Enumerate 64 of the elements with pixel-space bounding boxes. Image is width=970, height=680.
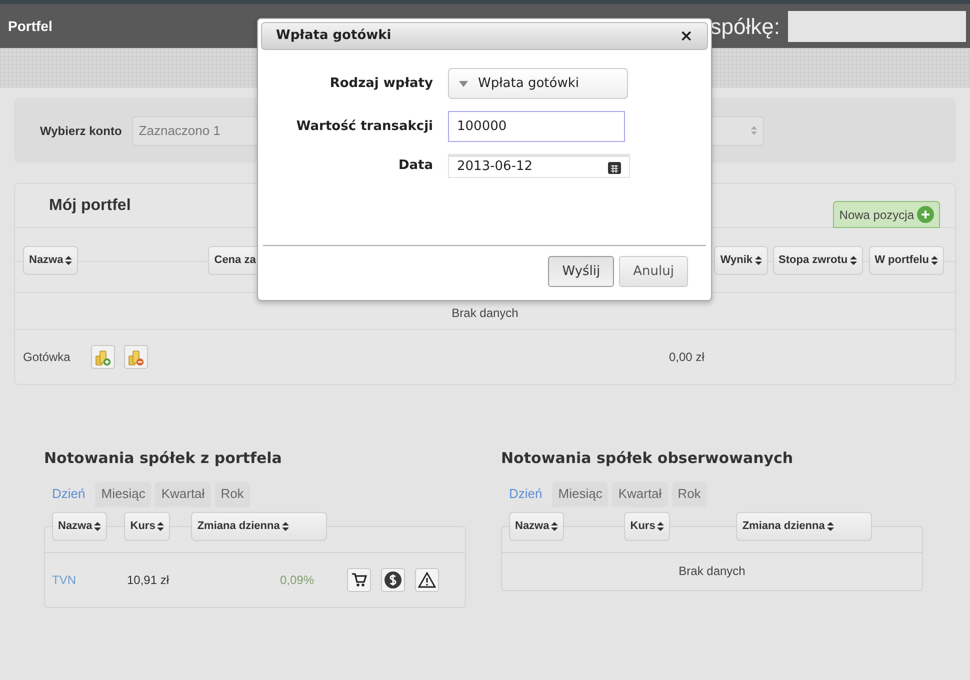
plus-icon (917, 206, 934, 223)
cart-button[interactable] (347, 568, 371, 592)
sort-header-button[interactable]: W portfelu (868, 246, 944, 275)
date-field[interactable]: 2013-06-12 (448, 154, 630, 178)
deposit-button[interactable] (91, 345, 115, 369)
calendar-icon (608, 160, 621, 174)
period-tab[interactable]: Rok (672, 482, 707, 506)
sort-icon (157, 522, 164, 530)
withdraw-button[interactable] (124, 345, 148, 369)
dollar-icon (384, 570, 402, 588)
sort-header-button[interactable]: Kurs (124, 512, 170, 540)
period-tab[interactable]: Miesiąc (552, 482, 608, 506)
amount-field[interactable]: 100000 (448, 111, 625, 142)
sort-icon (94, 522, 102, 530)
dialog-button[interactable]: Anuluj (619, 256, 688, 287)
cash-value: 0,00 zł (669, 349, 704, 366)
sort-icon (657, 522, 664, 530)
sort-icon (850, 256, 857, 265)
cart-icon (351, 572, 367, 586)
section-heading: Notowania spółek obserwowanych (501, 448, 794, 469)
updown-icon (750, 126, 757, 135)
search-label: spółkę: (710, 12, 780, 41)
period-tab[interactable]: Rok (214, 482, 250, 506)
warning-icon (418, 572, 436, 588)
field-label: Data (397, 157, 433, 176)
sort-icon (65, 256, 72, 265)
payment-type-select[interactable]: Wpłata gotówki (448, 68, 628, 99)
sort-icon (931, 256, 938, 265)
period-tab[interactable]: Kwartał (155, 482, 211, 506)
app-title: Portfel (8, 16, 52, 36)
coins-minus-icon (128, 348, 144, 366)
change-cell-text: 0,09% (280, 572, 314, 588)
new-position-button[interactable]: Nowa pozycja (833, 201, 940, 228)
field-label: Rodzaj wpłaty (328, 74, 433, 93)
account-label: Wybierz konto (40, 122, 122, 140)
portfolio-title: Mój portfel (49, 196, 131, 216)
empty-message: Brak danych (452, 305, 518, 322)
section-heading: Notowania spółek z portfela (44, 448, 283, 469)
price-cell-text: 10,91 zł (127, 572, 170, 588)
period-tab[interactable]: Kwartał (612, 482, 668, 506)
dollar-button[interactable] (381, 568, 405, 592)
sort-header-button[interactable]: Nazwa (509, 512, 564, 540)
search-field[interactable] (788, 10, 966, 42)
sort-icon (826, 522, 834, 530)
sort-icon (282, 522, 289, 530)
sort-header-button[interactable]: Wynik (714, 246, 768, 275)
alert-button[interactable] (415, 568, 439, 592)
dialog-title: Wpłata gotówki (276, 27, 392, 46)
sort-header-button[interactable]: Stopa zwrotu (772, 246, 863, 275)
period-tab[interactable]: Miesiąc (95, 482, 152, 506)
coins-plus-icon (95, 348, 111, 366)
sort-header-button[interactable]: Nazwa (23, 246, 78, 275)
sort-header-button[interactable]: Nazwa (52, 512, 108, 540)
sort-icon (551, 522, 558, 530)
cash-label: Gotówka (23, 349, 72, 366)
caret-icon (459, 80, 468, 86)
empty-message: Brak danych (678, 563, 746, 580)
field-label: Wartość transakcji (295, 118, 433, 136)
dialog-button[interactable]: Wyślij (548, 256, 614, 287)
sort-header-button[interactable]: Zmiana dzienna (191, 512, 328, 540)
sort-header-button[interactable]: Kurs (624, 512, 670, 540)
close-button[interactable]: × (680, 28, 693, 44)
sort-icon (754, 256, 762, 265)
sort-header-button[interactable]: Zmiana dzienna (736, 512, 872, 540)
